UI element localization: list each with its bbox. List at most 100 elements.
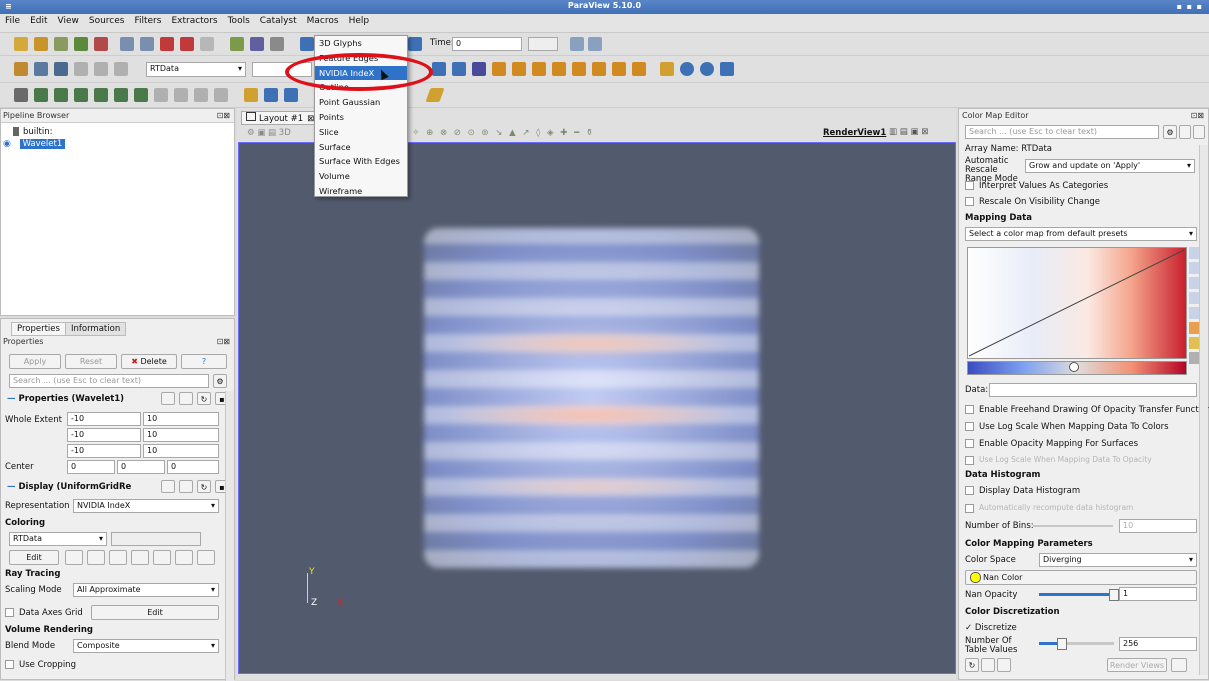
view-pos-z-icon[interactable] — [552, 62, 566, 76]
warp-icon[interactable] — [174, 88, 188, 102]
display-section-header[interactable]: — Display (UniformGridRe — [7, 482, 131, 492]
center-x[interactable]: 0 — [67, 460, 115, 474]
freehand-checkbox[interactable]: Enable Freehand Drawing Of Opacity Trans… — [965, 405, 1209, 415]
save-default-icon[interactable] — [981, 658, 995, 672]
menu-extractors[interactable]: Extractors — [166, 14, 222, 28]
menu-item-point-gaussian[interactable]: Point Gaussian — [315, 95, 407, 110]
menu-item-points[interactable]: Points — [315, 110, 407, 125]
checkbox[interactable] — [5, 608, 14, 617]
delete-button[interactable]: ✖ Delete — [121, 354, 177, 369]
python-icon[interactable] — [250, 37, 264, 51]
edit-colormap-icon[interactable] — [34, 62, 48, 76]
checkbox[interactable] — [965, 405, 974, 414]
load-state-icon[interactable] — [54, 37, 68, 51]
rescale-temporal-button[interactable] — [131, 550, 149, 565]
render-view[interactable]: Y Z X — [238, 142, 956, 674]
view-neg-x-icon[interactable] — [452, 62, 466, 76]
checkbox[interactable] — [965, 197, 974, 206]
table-values-slider-track[interactable] — [1059, 642, 1114, 645]
extent-z-min[interactable]: -10 — [67, 444, 141, 458]
stream-tracer-icon[interactable] — [154, 88, 168, 102]
panel-close-icon[interactable]: ⊡⊠ — [1191, 111, 1204, 120]
nan-opacity-slider[interactable] — [1039, 593, 1114, 596]
render-view-label[interactable]: RenderView1 — [823, 128, 886, 138]
extract-subset-icon[interactable] — [114, 88, 128, 102]
num-bins-input[interactable]: 10 — [1119, 519, 1197, 533]
menu-item-surface[interactable]: Surface — [315, 140, 407, 155]
opacity-mapping-checkbox[interactable]: Enable Opacity Mapping For Surfaces — [965, 439, 1138, 449]
extract-level-icon[interactable] — [214, 88, 228, 102]
pipeline-item-wavelet[interactable]: ◉ Wavelet1 — [3, 139, 66, 149]
render-views-button[interactable]: Render Views — [1107, 658, 1167, 672]
color-space-dropdown[interactable]: Diverging ▾ — [1039, 553, 1197, 567]
auto-recompute-checkbox[interactable]: Automatically recompute data histogram — [965, 503, 1133, 513]
settings-icon[interactable] — [270, 37, 284, 51]
rotate-neg90-icon[interactable] — [592, 62, 606, 76]
scaling-mode-dropdown[interactable]: All Approximate ▾ — [73, 583, 219, 597]
plot-over-line-icon[interactable] — [244, 88, 258, 102]
checkbox[interactable] — [965, 181, 974, 190]
checkbox[interactable] — [965, 455, 974, 465]
rotate-90-icon[interactable] — [572, 62, 586, 76]
center-z[interactable]: 0 — [167, 460, 219, 474]
color-legend-icon[interactable] — [14, 62, 28, 76]
time-input[interactable]: 0 — [452, 37, 522, 51]
glyph-icon[interactable] — [134, 88, 148, 102]
pipeline-item-builtin[interactable]: builtin: — [13, 127, 52, 137]
open-file-icon[interactable] — [14, 37, 28, 51]
extent-x-min[interactable]: -10 — [67, 412, 141, 426]
preset-dropdown[interactable]: Select a color map from default presets ▾ — [965, 227, 1197, 241]
discretize-checkbox[interactable]: ✓ Discretize — [965, 623, 1017, 633]
edit-colormap-button[interactable]: Edit — [9, 550, 59, 565]
menu-item-volume[interactable]: Volume — [315, 169, 407, 184]
nan-color-button[interactable]: Nan Color — [965, 570, 1197, 585]
reload-icon[interactable]: ↻ — [197, 480, 211, 493]
data-axes-edit-button[interactable]: Edit — [91, 605, 219, 620]
menu-help[interactable]: Help — [344, 14, 375, 28]
array-selector[interactable]: RTData ▾ — [146, 62, 246, 77]
panel-close-icon[interactable]: ⊡⊠ — [217, 337, 230, 346]
choose-preset-button[interactable] — [175, 550, 193, 565]
advanced-gear-icon[interactable]: ⚙ — [213, 374, 227, 388]
center-axes-icon[interactable] — [680, 62, 694, 76]
view-pos-x-icon[interactable] — [472, 62, 486, 76]
apply-button[interactable]: Apply — [9, 354, 61, 369]
group-icon[interactable] — [194, 88, 208, 102]
paste-icon[interactable] — [179, 480, 193, 493]
extent-y-max[interactable]: 10 — [143, 428, 219, 442]
help-button[interactable]: ? — [181, 354, 227, 369]
restore-default-icon[interactable] — [997, 658, 1011, 672]
redo-icon[interactable] — [180, 37, 194, 51]
interpret-categories-checkbox[interactable]: Interpret Values As Categories — [965, 181, 1108, 191]
coloring-component-dropdown[interactable] — [111, 532, 201, 546]
data-axes-grid-checkbox[interactable]: Data Axes Grid — [5, 608, 83, 618]
ruler-icon[interactable] — [425, 88, 445, 102]
checkbox[interactable] — [965, 503, 974, 513]
extent-y-min[interactable]: -10 — [67, 428, 141, 442]
rescale-custom-button[interactable] — [109, 550, 127, 565]
menu-tools[interactable]: Tools — [223, 14, 255, 28]
reload-icon[interactable]: ↻ — [965, 658, 979, 672]
disconnect-icon[interactable] — [120, 37, 134, 51]
clip-icon[interactable] — [54, 88, 68, 102]
auto-rescale-dropdown[interactable]: Grow and update on 'Apply' ▾ — [1025, 159, 1195, 173]
view-neg-y-icon[interactable] — [492, 62, 506, 76]
table-values-slider-handle[interactable] — [1057, 638, 1067, 650]
camera-redo-icon[interactable] — [230, 37, 244, 51]
rescale-temporal-icon[interactable] — [94, 62, 108, 76]
timestep-spinbox[interactable] — [528, 37, 558, 51]
colormap-scrollbar[interactable] — [1199, 145, 1208, 675]
extent-z-max[interactable]: 10 — [143, 444, 219, 458]
num-table-values-input[interactable]: 256 — [1119, 637, 1197, 651]
num-bins-slider[interactable] — [1033, 525, 1113, 527]
representation-dropdown[interactable]: NVIDIA IndeX ▾ — [73, 499, 219, 513]
show-center-icon[interactable] — [720, 62, 734, 76]
coloring-dropdown[interactable]: RTData ▾ — [9, 532, 107, 546]
log-scale-opacity-checkbox[interactable]: Use Log Scale When Mapping Data To Opaci… — [965, 455, 1152, 465]
properties-section-header[interactable]: — Properties (Wavelet1) — [7, 394, 124, 404]
panel-close-icon[interactable]: ⊡⊠ — [217, 111, 230, 120]
selection-icon[interactable] — [660, 62, 674, 76]
menu-macros[interactable]: Macros — [302, 14, 344, 28]
midpoint-handle[interactable] — [1069, 362, 1079, 372]
view-toolbar-icons[interactable]: ⚙ ▣ ▤ 3D — [247, 128, 291, 138]
